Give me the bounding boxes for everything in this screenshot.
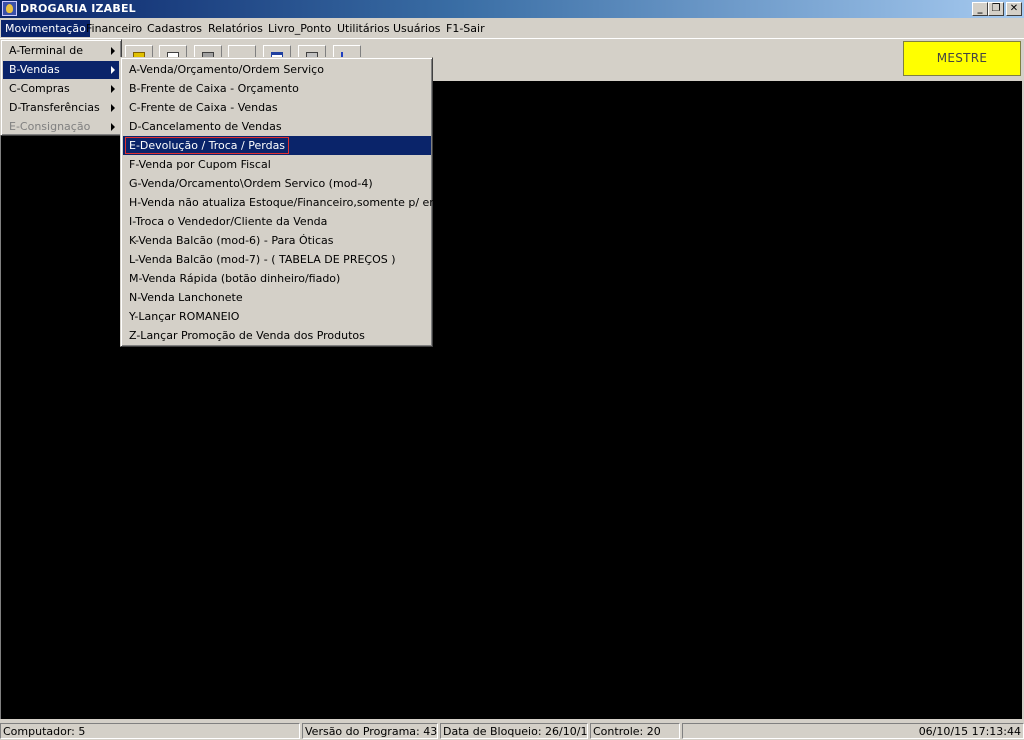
menu-f1-sair[interactable]: F1-Sair [442, 20, 489, 37]
submenu-item-label: F-Venda por Cupom Fiscal [129, 158, 271, 171]
menu-item-label: D-Transferências [9, 101, 100, 114]
submenu-arrow-icon [111, 47, 115, 55]
submenu-item-label: A-Venda/Orçamento/Ordem Serviço [129, 63, 324, 76]
submenu-item-label: H-Venda não atualiza Estoque/Financeiro,… [129, 196, 469, 209]
submenu-item-venda-orcamento[interactable]: A-Venda/Orçamento/Ordem Serviço [123, 60, 431, 79]
submenu-item-label: Z-Lançar Promoção de Venda dos Produtos [129, 329, 365, 342]
submenu-item-label: C-Frente de Caixa - Vendas [129, 101, 278, 114]
menu-item-vendas[interactable]: B-Vendas [3, 61, 119, 79]
menu-movimentacao[interactable]: Movimentação [1, 20, 90, 37]
menu-item-terminal-caixa[interactable]: A-Terminal de Caixa.. [3, 42, 119, 75]
menu-item-label: B-Vendas [9, 63, 60, 76]
status-bar: Computador: 5 Versão do Programa: 439 Da… [0, 722, 1024, 740]
status-computador: Computador: 5 [0, 723, 300, 739]
status-controle: Controle: 20 [590, 723, 680, 739]
menu-cadastros[interactable]: Cadastros [143, 20, 206, 37]
status-data-bloqueio: Data de Bloqueio: 26/10/15 [440, 723, 588, 739]
vendas-submenu: A-Venda/Orçamento/Ordem Serviço B-Frente… [120, 57, 468, 347]
menu-item-transferencias[interactable]: D-Transferências [3, 99, 119, 117]
submenu-arrow-icon [111, 66, 115, 74]
submenu-item-cancelamento-vendas[interactable]: D-Cancelamento de Vendas [123, 117, 431, 136]
menu-item-consignacao: E-Consignação [3, 118, 119, 136]
submenu-item-label: B-Frente de Caixa - Orçamento [129, 82, 299, 95]
menu-livro-ponto[interactable]: Livro_Ponto [264, 20, 335, 37]
submenu-item-lancar-romaneio[interactable]: Y-Lançar ROMANEIO [123, 307, 431, 326]
submenu-item-label: G-Venda/Orcamento\Ordem Servico (mod-4) [129, 177, 373, 190]
restore-button[interactable]: ❐ [988, 2, 1004, 16]
submenu-item-label: L-Venda Balcão (mod-7) - ( TABELA DE PRE… [129, 253, 396, 266]
window-title: DROGARIA IZABEL [20, 2, 136, 15]
submenu-arrow-icon [111, 104, 115, 112]
status-datetime: 06/10/15 17:13:44 [682, 723, 1024, 739]
minimize-button[interactable]: _ [972, 2, 988, 16]
submenu-item-label: N-Venda Lanchonete [129, 291, 243, 304]
submenu-arrow-icon [111, 123, 115, 131]
submenu-item-label: D-Cancelamento de Vendas [129, 120, 282, 133]
menu-item-label: E-Consignação [9, 120, 91, 133]
submenu-item-label: Y-Lançar ROMANEIO [129, 310, 240, 323]
submenu-item-frente-caixa-vendas[interactable]: C-Frente de Caixa - Vendas [123, 98, 431, 117]
submenu-item-venda-balcao-oticas[interactable]: K-Venda Balcão (mod-6) - Para Óticas [123, 231, 431, 250]
submenu-item-label: K-Venda Balcão (mod-6) - Para Óticas [129, 234, 334, 247]
submenu-item-label: I-Troca o Vendedor/Cliente da Venda [129, 215, 328, 228]
submenu-item-label: E-Devolução / Troca / Perdas [124, 137, 290, 154]
movimentacao-menu: A-Terminal de Caixa.. B-Vendas C-Compras… [0, 39, 122, 136]
menu-financeiro[interactable]: Financeiro [82, 20, 146, 37]
submenu-item-venda-balcao-tabela[interactable]: L-Venda Balcão (mod-7) - ( TABELA DE PRE… [123, 250, 431, 269]
app-icon[interactable] [2, 1, 17, 16]
menu-relatorios[interactable]: Relatórios [204, 20, 267, 37]
submenu-item-venda-mod4[interactable]: G-Venda/Orcamento\Ordem Servico (mod-4) [123, 174, 431, 193]
title-bar: DROGARIA IZABEL _ ❐ ✕ [0, 0, 1024, 18]
status-versao: Versão do Programa: 439 [302, 723, 438, 739]
submenu-item-venda-nao-atualiza[interactable]: H-Venda não atualiza Estoque/Financeiro,… [123, 193, 468, 212]
menu-utilitarios[interactable]: Utilitários [333, 20, 394, 37]
submenu-item-venda-rapida[interactable]: M-Venda Rápida (botão dinheiro/fiado) [123, 269, 431, 288]
menu-item-label: C-Compras [9, 82, 70, 95]
submenu-item-troca-vendedor[interactable]: I-Troca o Vendedor/Cliente da Venda [123, 212, 431, 231]
menu-usuarios[interactable]: Usuários [389, 20, 445, 37]
mestre-badge: MESTRE [903, 41, 1021, 76]
submenu-item-devolucao-troca-perdas[interactable]: E-Devolução / Troca / Perdas [123, 136, 431, 155]
submenu-item-venda-lanchonete[interactable]: N-Venda Lanchonete [123, 288, 431, 307]
submenu-item-frente-caixa-orcamento[interactable]: B-Frente de Caixa - Orçamento [123, 79, 431, 98]
submenu-item-venda-cupom-fiscal[interactable]: F-Venda por Cupom Fiscal [123, 155, 431, 174]
menu-item-compras[interactable]: C-Compras [3, 80, 119, 98]
submenu-item-label: M-Venda Rápida (botão dinheiro/fiado) [129, 272, 341, 285]
submenu-item-lancar-promocao[interactable]: Z-Lançar Promoção de Venda dos Produtos [123, 326, 431, 345]
submenu-arrow-icon [111, 85, 115, 93]
close-button[interactable]: ✕ [1006, 2, 1022, 16]
menu-bar: Movimentação Financeiro Cadastros Relató… [0, 18, 1024, 38]
